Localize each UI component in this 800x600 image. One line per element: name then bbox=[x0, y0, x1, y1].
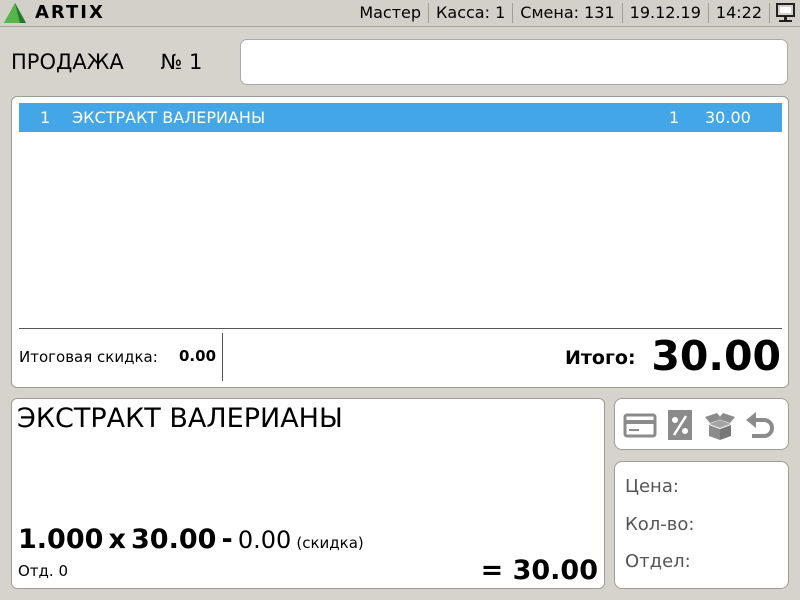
multiply-sign: x bbox=[108, 524, 126, 555]
total-label: Итого: bbox=[565, 347, 636, 369]
toolbar bbox=[614, 398, 789, 450]
minus-sign: - bbox=[221, 524, 233, 555]
department-label: Отдел: bbox=[625, 551, 691, 572]
card-payment-icon[interactable] bbox=[623, 408, 657, 442]
receipt-row[interactable]: 1 ЭКСТРАКТ ВАЛЕРИАНЫ 1 30.00 bbox=[19, 103, 782, 132]
sale-label: ПРОДАЖА bbox=[11, 50, 124, 74]
row-item-name: ЭКСТРАКТ ВАЛЕРИАНЫ bbox=[72, 108, 266, 127]
total-value: 30.00 bbox=[651, 332, 781, 380]
totals-divider bbox=[19, 328, 782, 329]
row-quantity: 1 bbox=[669, 108, 680, 127]
receipt-panel: 1 ЭКСТРАКТ ВАЛЕРИАНЫ 1 30.00 Итоговая ск… bbox=[11, 96, 789, 388]
row-sum: 30.00 bbox=[705, 108, 751, 127]
status-bar: Мастер Касса: 1 Смена: 131 19.12.19 14:2… bbox=[352, 0, 800, 26]
discount-note: (скидка) bbox=[296, 534, 364, 552]
user-name: Мастер bbox=[359, 3, 422, 22]
item-total-value: 30.00 bbox=[512, 555, 598, 586]
row-number: 1 bbox=[40, 108, 51, 127]
barcode-input[interactable] bbox=[240, 39, 788, 85]
open-box-icon[interactable] bbox=[703, 408, 737, 442]
price-label: Цена: bbox=[625, 476, 679, 497]
item-info-panel: Цена: Кол-во: Отдел: bbox=[614, 461, 789, 589]
brand-name: ARTIX bbox=[35, 2, 105, 23]
shift-number: Смена: 131 bbox=[520, 3, 615, 22]
total-discount-value: 0.00 bbox=[179, 347, 217, 365]
sale-number: № 1 bbox=[160, 50, 203, 74]
item-quantity: 1.000 bbox=[18, 524, 104, 555]
date: 19.12.19 bbox=[629, 3, 701, 22]
quantity-label: Кол-во: bbox=[625, 514, 695, 535]
artix-logo-icon bbox=[4, 3, 26, 23]
equals-sign: = bbox=[480, 555, 504, 586]
price-calculation: 1.000 x 30.00 - 0.00 (скидка) bbox=[18, 523, 364, 557]
kassa-number: Касса: 1 bbox=[436, 3, 506, 22]
sale-title: ПРОДАЖА № 1 bbox=[11, 49, 202, 75]
department: Отд. 0 bbox=[18, 562, 68, 580]
top-bar: ARTIX Мастер Касса: 1 Смена: 131 19.12.1… bbox=[0, 0, 800, 27]
item-discount: 0.00 bbox=[237, 526, 292, 554]
totals-vertical-divider bbox=[222, 333, 223, 381]
current-item-panel: ЭКСТРАКТ ВАЛЕРИАНЫ 1.000 x 30.00 - 0.00 … bbox=[11, 398, 605, 589]
total-discount-label: Итоговая скидка: bbox=[19, 348, 158, 366]
current-item-name: ЭКСТРАКТ ВАЛЕРИАНЫ bbox=[17, 403, 343, 434]
network-monitor-icon[interactable] bbox=[770, 0, 800, 26]
item-total: = 30.00 bbox=[481, 554, 598, 588]
time: 14:22 bbox=[715, 3, 762, 22]
discount-percent-icon[interactable] bbox=[663, 408, 697, 442]
item-price: 30.00 bbox=[131, 524, 217, 555]
undo-icon[interactable] bbox=[743, 408, 777, 442]
